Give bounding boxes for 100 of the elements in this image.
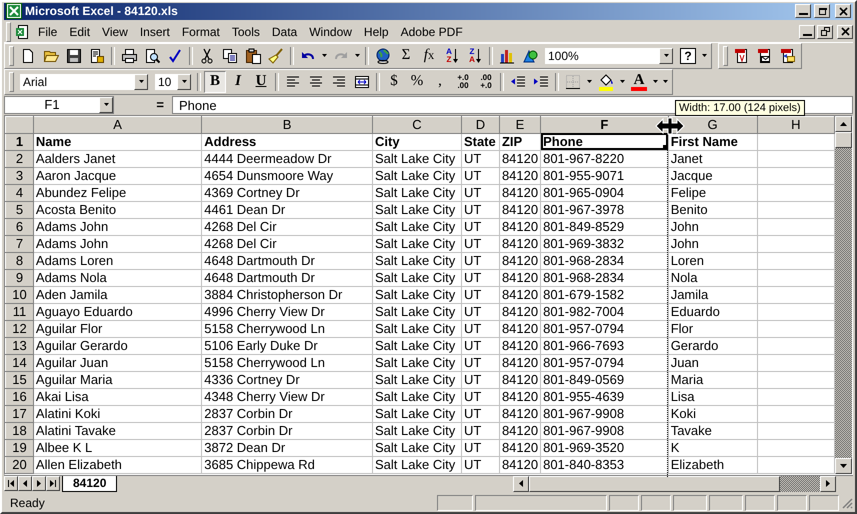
table-cell: 4444 Deermeadow Dr [202,150,372,168]
table-cell: Aguayo Eduardo [33,303,202,320]
table-cell: 801-849-0569 [540,371,668,388]
table-cell: Salt Lake City [372,286,462,304]
table-cell: 801-968-2834 [540,269,668,286]
table-cell: Felipe [668,184,758,202]
table-cell: Salt Lake City [372,269,462,286]
table-cell: Flor [668,320,758,338]
table-cell: Aguilar Maria [33,371,202,388]
table-cell: UT [461,439,500,456]
column-title: ZIP [499,133,541,150]
table-cell: 801-967-8220 [540,150,668,168]
table-cell: Koki [668,405,758,422]
table-cell: 5158 Cherrywood Ln [202,320,372,338]
table-cell: 84120 [499,456,541,474]
table-cell: Adams John [33,235,202,252]
table-cell: John [668,218,758,236]
table-cell: Jacque [668,167,758,184]
table-cell: 4996 Cherry View Dr [202,303,372,320]
table-cell: 801-967-3978 [540,201,668,218]
table-cell: Salt Lake City [372,354,462,372]
table-cell: 84120 [499,354,541,372]
table-cell: UT [461,422,500,440]
table-cell: UT [461,150,500,168]
table-cell: Adams John [33,218,202,236]
table-cell: 84120 [499,303,541,320]
table-cell: Salt Lake City [372,371,462,388]
column-title: Address [202,133,372,150]
table-cell: UT [461,218,500,236]
column-title: State [461,133,500,150]
table-cell: Albee K L [33,439,202,456]
table-cell: Salt Lake City [372,252,462,270]
table-cell: 801-679-1582 [540,286,668,304]
column-title: City [372,133,462,150]
table-cell: Salt Lake City [372,320,462,338]
table-cell: UT [461,337,500,354]
table-cell: UT [461,235,500,252]
table-cell: Salt Lake City [372,388,462,406]
window-title: Microsoft Excel - 84120.xls [25,4,179,18]
table-cell: Salt Lake City [372,303,462,320]
table-cell: Salt Lake City [372,235,462,252]
table-cell: Nola [668,269,758,286]
table-cell: 84120 [499,167,541,184]
table-cell: Tavake [668,422,758,440]
table-cell: Janet [668,150,758,168]
table-cell: Salt Lake City [372,337,462,354]
table-cell: Aguilar Gerardo [33,337,202,354]
table-cell: 801-955-4639 [540,388,668,406]
table-cell: Adams Loren [33,252,202,270]
table-cell: 84120 [499,371,541,388]
table-cell: 84120 [499,439,541,456]
table-cell: 801-957-0794 [540,354,668,372]
table-cell: UT [461,354,500,372]
table-cell: 5158 Cherrywood Ln [202,354,372,372]
table-cell: 84120 [499,201,541,218]
table-cell: Salt Lake City [372,201,462,218]
table-cell: UT [461,456,500,474]
table-cell: 801-969-3520 [540,439,668,456]
table-cell: 84120 [499,337,541,354]
table-cell: 4648 Dartmouth Dr [202,269,372,286]
table-cell: Acosta Benito [33,201,202,218]
table-cell: Salt Lake City [372,439,462,456]
table-cell: Abundez Felipe [33,184,202,202]
table-cell: UT [461,303,500,320]
table-cell: 801-957-0794 [540,320,668,338]
table-cell: Salt Lake City [372,167,462,184]
column-title: Phone [540,133,668,150]
tooltip: Width: 17.00 (124 pixels) [675,100,805,116]
table-cell: 84120 [499,388,541,406]
table-cell: 84120 [499,422,541,440]
table-cell: Aalders Janet [33,150,202,168]
table-cell: 3872 Dean Dr [202,439,372,456]
table-cell: Aguilar Juan [33,354,202,372]
table-cell: Lisa [668,388,758,406]
table-cell: Aguilar Flor [33,320,202,338]
table-cell: 4268 Del Cir [202,235,372,252]
table-cell: 84120 [499,405,541,422]
column-title: Name [33,133,202,150]
table-cell: 801-968-2834 [540,252,668,270]
table-cell: 84120 [499,218,541,236]
table-cell: 801-955-9071 [540,167,668,184]
table-cell: Alatini Koki [33,405,202,422]
table-cell: Loren [668,252,758,270]
table-cell: 801-965-0904 [540,184,668,202]
table-cell: 801-969-3832 [540,235,668,252]
table-cell: 2837 Corbin Dr [202,422,372,440]
table-cell: Salt Lake City [372,218,462,236]
table-cell: Benito [668,201,758,218]
table-cell: Elizabeth [668,456,758,474]
table-cell: 801-849-8529 [540,218,668,236]
table-cell: Salt Lake City [372,405,462,422]
table-cell: Salt Lake City [372,422,462,440]
table-cell: 84120 [499,184,541,202]
table-cell: UT [461,201,500,218]
table-cell: 84120 [499,286,541,304]
table-cell: 801-840-8353 [540,456,668,474]
table-cell: Eduardo [668,303,758,320]
table-cell: 801-967-9908 [540,422,668,440]
table-cell: 3685 Chippewa Rd [202,456,372,474]
table-cell: 5106 Early Duke Dr [202,337,372,354]
